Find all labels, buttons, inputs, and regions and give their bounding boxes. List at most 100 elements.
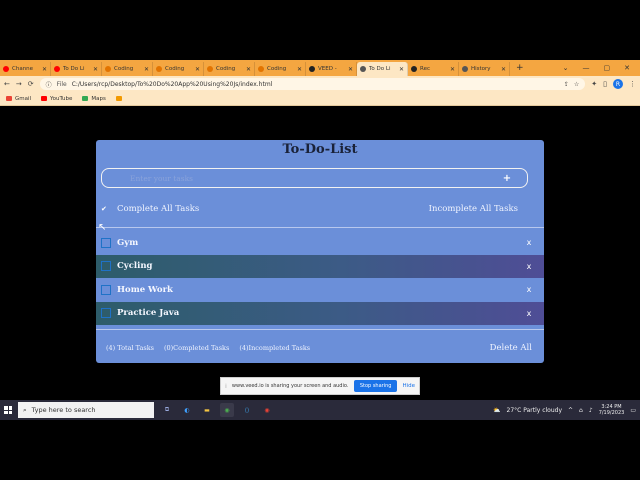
task-checkbox[interactable] [101,261,111,272]
browser-tab[interactable]: Rec ✕ [408,62,459,76]
address-bar[interactable]: ⓘ File C:/Users/rcp/Desktop/To%20Do%20Ap… [39,78,586,90]
weather-text[interactable]: 27°C Partly cloudy [507,407,563,414]
page-title: To-Do-List [282,142,358,157]
tab-label: Rec [420,66,430,72]
tab-favicon-icon [54,66,60,72]
tab-close-icon[interactable]: ✕ [501,66,506,73]
delete-task-button[interactable]: x [514,285,544,294]
file-explorer-icon[interactable]: ▬ [200,403,214,417]
tab-close-icon[interactable]: ✕ [93,66,98,73]
tab-favicon-icon [411,66,417,72]
tab-close-icon[interactable]: ✕ [348,66,353,73]
tab-label: VEED - [318,66,337,72]
task-checkbox[interactable] [101,284,111,295]
forward-icon[interactable]: → [16,80,22,88]
tab-close-icon[interactable]: ✕ [450,66,455,73]
edge-icon[interactable]: ◐ [180,403,194,417]
extensions-icon[interactable]: ✦ [591,80,597,88]
task-checkbox[interactable] [101,308,111,319]
back-icon[interactable]: ← [4,80,10,88]
windows-start-icon[interactable] [4,406,12,414]
mouse-cursor-icon: ↖ [98,222,107,233]
browser-tab[interactable]: To Do Li ✕ [357,62,408,76]
hide-button[interactable]: Hide [402,383,415,389]
tab-label: To Do Li [63,66,85,72]
tab-close-icon[interactable]: ✕ [246,66,251,73]
task-name: Home Work [117,284,173,295]
task-input[interactable] [102,169,487,187]
weather-icon[interactable]: ⛅ [493,407,500,414]
tab-close-icon[interactable]: ✕ [144,66,149,73]
windows-taskbar: ⌕ Type here to search ⧉ ◐ ▬ ◉ ⟨⟩ ◉ ⛅ 27°… [0,400,640,420]
tab-close-icon[interactable]: ✕ [42,66,47,73]
tab-search-icon[interactable]: ⌄ [563,64,569,72]
bookmark-item[interactable]: Gmail [6,96,31,102]
todo-app: To-Do-List + ✔ Complete All Tasks Incomp… [96,140,544,363]
taskbar-search[interactable]: ⌕ Type here to search [18,402,154,418]
drag-handle-icon[interactable]: ⁞ [225,383,227,390]
browser-tab[interactable]: Coding ✕ [153,62,204,76]
browser-tab[interactable]: To Do Li ✕ [51,62,102,76]
bookmark-item[interactable]: YouTube [41,96,72,102]
tab-close-icon[interactable]: ✕ [399,66,404,73]
tab-label: Coding [114,66,134,72]
bookmark-label: YouTube [50,95,73,102]
browser-tab[interactable]: Channe ✕ [0,62,51,76]
add-task-button[interactable]: + [487,173,527,184]
task-checkbox[interactable] [101,237,111,248]
incomplete-all-button[interactable]: Incomplete All Tasks [429,204,528,214]
search-icon: ⌕ [23,405,27,414]
browser-tab[interactable]: Coding ✕ [255,62,306,76]
bookmark-item[interactable]: Maps [82,96,106,102]
bookmark-icon [41,96,48,101]
tab-label: History [471,66,491,72]
browser-tab[interactable]: History ✕ [459,62,510,76]
delete-task-button[interactable]: x [514,238,544,247]
star-icon[interactable]: ☆ [574,81,579,88]
delete-task-button[interactable]: x [514,262,544,271]
clock[interactable]: 3:24 PM 7/19/2023 [599,404,625,416]
task-item: Cycling x [96,254,544,278]
maximize-icon[interactable]: ▢ [604,64,611,72]
reload-icon[interactable]: ⟳ [28,80,34,88]
task-item: Practice Java x [96,301,544,325]
complete-all-button[interactable]: Complete All Tasks [117,204,199,214]
task-view-icon[interactable]: ⧉ [160,403,174,417]
task-name: Practice Java [117,308,180,319]
bookmark-item[interactable] [115,96,125,101]
new-tab-button[interactable]: + [510,63,530,73]
close-window-icon[interactable]: ✕ [624,64,630,72]
sidebar-icon[interactable]: ▯ [603,80,607,88]
task-list: Gym x Cycling x Home Work x Practice Java x [96,231,544,325]
tray-chevron-icon[interactable]: ^ [568,407,573,414]
screen-share-bar: ⁞ www.veed.io is sharing your screen and… [220,377,420,395]
system-tray: ⛅ 27°C Partly cloudy ^ ⌂ ♪ 3:24 PM 7/19/… [493,404,636,416]
menu-icon[interactable]: ⋮ [629,80,636,88]
delete-all-button[interactable]: Delete All [490,343,534,353]
browser-tab[interactable]: Coding ✕ [204,62,255,76]
stop-sharing-button[interactable]: Stop sharing [353,380,398,392]
network-icon[interactable]: ⌂ [579,407,583,414]
delete-task-button[interactable]: x [514,309,544,318]
tab-favicon-icon [207,66,213,72]
notifications-icon[interactable]: ▭ [630,407,636,414]
minimize-icon[interactable]: — [583,64,590,72]
total-count: (4) Total Tasks [106,344,154,352]
volume-icon[interactable]: ♪ [589,407,593,414]
browser-tab[interactable]: Coding ✕ [102,62,153,76]
chrome-canary-icon[interactable]: ◉ [260,403,274,417]
vscode-icon[interactable]: ⟨⟩ [240,403,254,417]
bookmark-icon [6,96,12,101]
tab-close-icon[interactable]: ✕ [195,66,200,73]
chrome-icon[interactable]: ◉ [220,403,234,417]
share-icon[interactable]: ⇪ [564,81,569,88]
tab-favicon-icon [156,66,162,72]
tab-favicon-icon [105,66,111,72]
profile-avatar[interactable]: R [613,79,623,89]
browser-tab[interactable]: VEED - ✕ [306,62,357,76]
url-text: C:/Users/rcp/Desktop/To%20Do%20App%20Usi… [71,80,273,88]
tab-close-icon[interactable]: ✕ [297,66,302,73]
browser-tab-bar: Channe ✕ To Do Li ✕ Coding ✕ Coding ✕ Coding ✕ Cod… [0,60,640,76]
check-all-icon[interactable]: ✔ [101,205,117,213]
info-icon[interactable]: ⓘ [46,80,52,89]
